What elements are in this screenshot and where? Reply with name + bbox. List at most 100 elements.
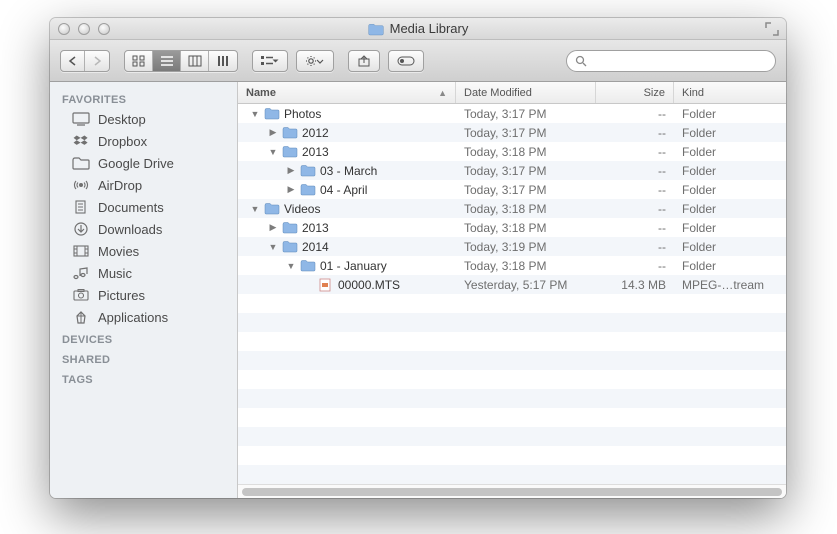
- disclosure-triangle-icon[interactable]: ▼: [286, 261, 296, 271]
- column-kind[interactable]: Kind: [674, 82, 786, 103]
- back-button[interactable]: [61, 51, 85, 71]
- sidebar-item[interactable]: Movies: [50, 240, 237, 262]
- table-row[interactable]: ▶2013Today, 3:18 PM--Folder: [238, 218, 786, 237]
- disclosure-triangle-icon[interactable]: ▶: [286, 184, 296, 195]
- folder-icon: [264, 107, 280, 121]
- minimize-button[interactable]: [78, 23, 90, 35]
- close-button[interactable]: [58, 23, 70, 35]
- file-kind: Folder: [674, 126, 786, 140]
- music-icon: [72, 266, 90, 280]
- horizontal-scrollbar[interactable]: [238, 484, 786, 498]
- sidebar-item[interactable]: Pictures: [50, 284, 237, 306]
- disclosure-triangle-icon[interactable]: ▼: [268, 147, 278, 157]
- folder-icon: [282, 145, 298, 159]
- sidebar-section-header[interactable]: TAGS: [50, 368, 237, 388]
- sidebar-item-label: Google Drive: [98, 156, 174, 171]
- zoom-button[interactable]: [98, 23, 110, 35]
- sidebar-item[interactable]: Desktop: [50, 108, 237, 130]
- sidebar-item[interactable]: Applications: [50, 306, 237, 328]
- forward-button[interactable]: [85, 51, 109, 71]
- table-row[interactable]: ▼2013Today, 3:18 PM--Folder: [238, 142, 786, 161]
- table-row[interactable]: ▼01 - JanuaryToday, 3:18 PM--Folder: [238, 256, 786, 275]
- downloads-icon: [72, 222, 90, 236]
- applications-icon: [72, 310, 90, 324]
- date-modified: Today, 3:18 PM: [456, 259, 596, 273]
- nav-buttons: [60, 50, 110, 72]
- table-row[interactable]: ▼2014Today, 3:19 PM--Folder: [238, 237, 786, 256]
- empty-row: [238, 446, 786, 465]
- folder-icon: [300, 259, 316, 273]
- file-name: 03 - March: [320, 164, 377, 178]
- folder-icon: [282, 221, 298, 235]
- empty-row: [238, 427, 786, 446]
- file-name: 01 - January: [320, 259, 387, 273]
- search-input[interactable]: [593, 54, 767, 68]
- empty-row: [238, 313, 786, 332]
- column-size[interactable]: Size: [596, 82, 674, 103]
- airdrop-icon: [72, 178, 90, 192]
- file-kind: Folder: [674, 164, 786, 178]
- file-size: 14.3 MB: [596, 278, 674, 292]
- share-button[interactable]: [348, 50, 380, 72]
- table-row[interactable]: 00000.MTSYesterday, 5:17 PM14.3 MBMPEG-……: [238, 275, 786, 294]
- movies-icon: [72, 244, 90, 258]
- fullscreen-icon[interactable]: [764, 21, 780, 37]
- file-name: 2014: [302, 240, 329, 254]
- folder-icon: [264, 202, 280, 216]
- disclosure-triangle-icon[interactable]: ▶: [268, 127, 278, 138]
- date-modified: Today, 3:19 PM: [456, 240, 596, 254]
- table-row[interactable]: ▶2012Today, 3:17 PM--Folder: [238, 123, 786, 142]
- list-view-button[interactable]: [153, 51, 181, 71]
- column-date[interactable]: Date Modified: [456, 82, 596, 103]
- disclosure-triangle-icon[interactable]: ▼: [268, 242, 278, 252]
- column-view-button[interactable]: [181, 51, 209, 71]
- pictures-icon: [72, 288, 90, 302]
- date-modified: Today, 3:18 PM: [456, 221, 596, 235]
- arrange-button[interactable]: [252, 50, 288, 72]
- tags-button[interactable]: [388, 50, 424, 72]
- column-name[interactable]: Name▲: [238, 82, 456, 103]
- folder-icon: [300, 183, 316, 197]
- column-headers: Name▲ Date Modified Size Kind: [238, 82, 786, 104]
- disclosure-triangle-icon[interactable]: ▶: [268, 222, 278, 233]
- sidebar-item[interactable]: Music: [50, 262, 237, 284]
- sidebar-item-label: AirDrop: [98, 178, 142, 193]
- folder-icon: [300, 164, 316, 178]
- disclosure-triangle-icon[interactable]: ▼: [250, 204, 260, 214]
- table-row[interactable]: ▶04 - AprilToday, 3:17 PM--Folder: [238, 180, 786, 199]
- file-name: 04 - April: [320, 183, 367, 197]
- scrollbar-thumb[interactable]: [242, 488, 782, 496]
- date-modified: Today, 3:17 PM: [456, 107, 596, 121]
- coverflow-view-button[interactable]: [209, 51, 237, 71]
- table-row[interactable]: ▼VideosToday, 3:18 PM--Folder: [238, 199, 786, 218]
- sidebar-item[interactable]: Google Drive: [50, 152, 237, 174]
- dropbox-icon: [72, 134, 90, 148]
- date-modified: Today, 3:17 PM: [456, 126, 596, 140]
- sidebar-item[interactable]: Dropbox: [50, 130, 237, 152]
- sidebar-item[interactable]: Documents: [50, 196, 237, 218]
- table-row[interactable]: ▶03 - MarchToday, 3:17 PM--Folder: [238, 161, 786, 180]
- disclosure-triangle-icon[interactable]: ▶: [286, 165, 296, 176]
- sidebar-section-header[interactable]: SHARED: [50, 348, 237, 368]
- file-kind: Folder: [674, 240, 786, 254]
- file-kind: MPEG-…tream: [674, 278, 786, 292]
- empty-row: [238, 351, 786, 370]
- sidebar-section-header[interactable]: FAVORITES: [50, 88, 237, 108]
- file-size: --: [596, 202, 674, 216]
- file-name: 2013: [302, 221, 329, 235]
- search-field[interactable]: [566, 50, 776, 72]
- file-size: --: [596, 183, 674, 197]
- sidebar-item-label: Applications: [98, 310, 168, 325]
- icon-view-button[interactable]: [125, 51, 153, 71]
- empty-row: [238, 370, 786, 389]
- sidebar-section-header[interactable]: DEVICES: [50, 328, 237, 348]
- sidebar-item[interactable]: Downloads: [50, 218, 237, 240]
- file-size: --: [596, 164, 674, 178]
- file-kind: Folder: [674, 259, 786, 273]
- disclosure-triangle-icon[interactable]: ▼: [250, 109, 260, 119]
- documents-icon: [72, 200, 90, 214]
- table-row[interactable]: ▼PhotosToday, 3:17 PM--Folder: [238, 104, 786, 123]
- action-button[interactable]: [296, 50, 334, 72]
- file-kind: Folder: [674, 221, 786, 235]
- sidebar-item[interactable]: AirDrop: [50, 174, 237, 196]
